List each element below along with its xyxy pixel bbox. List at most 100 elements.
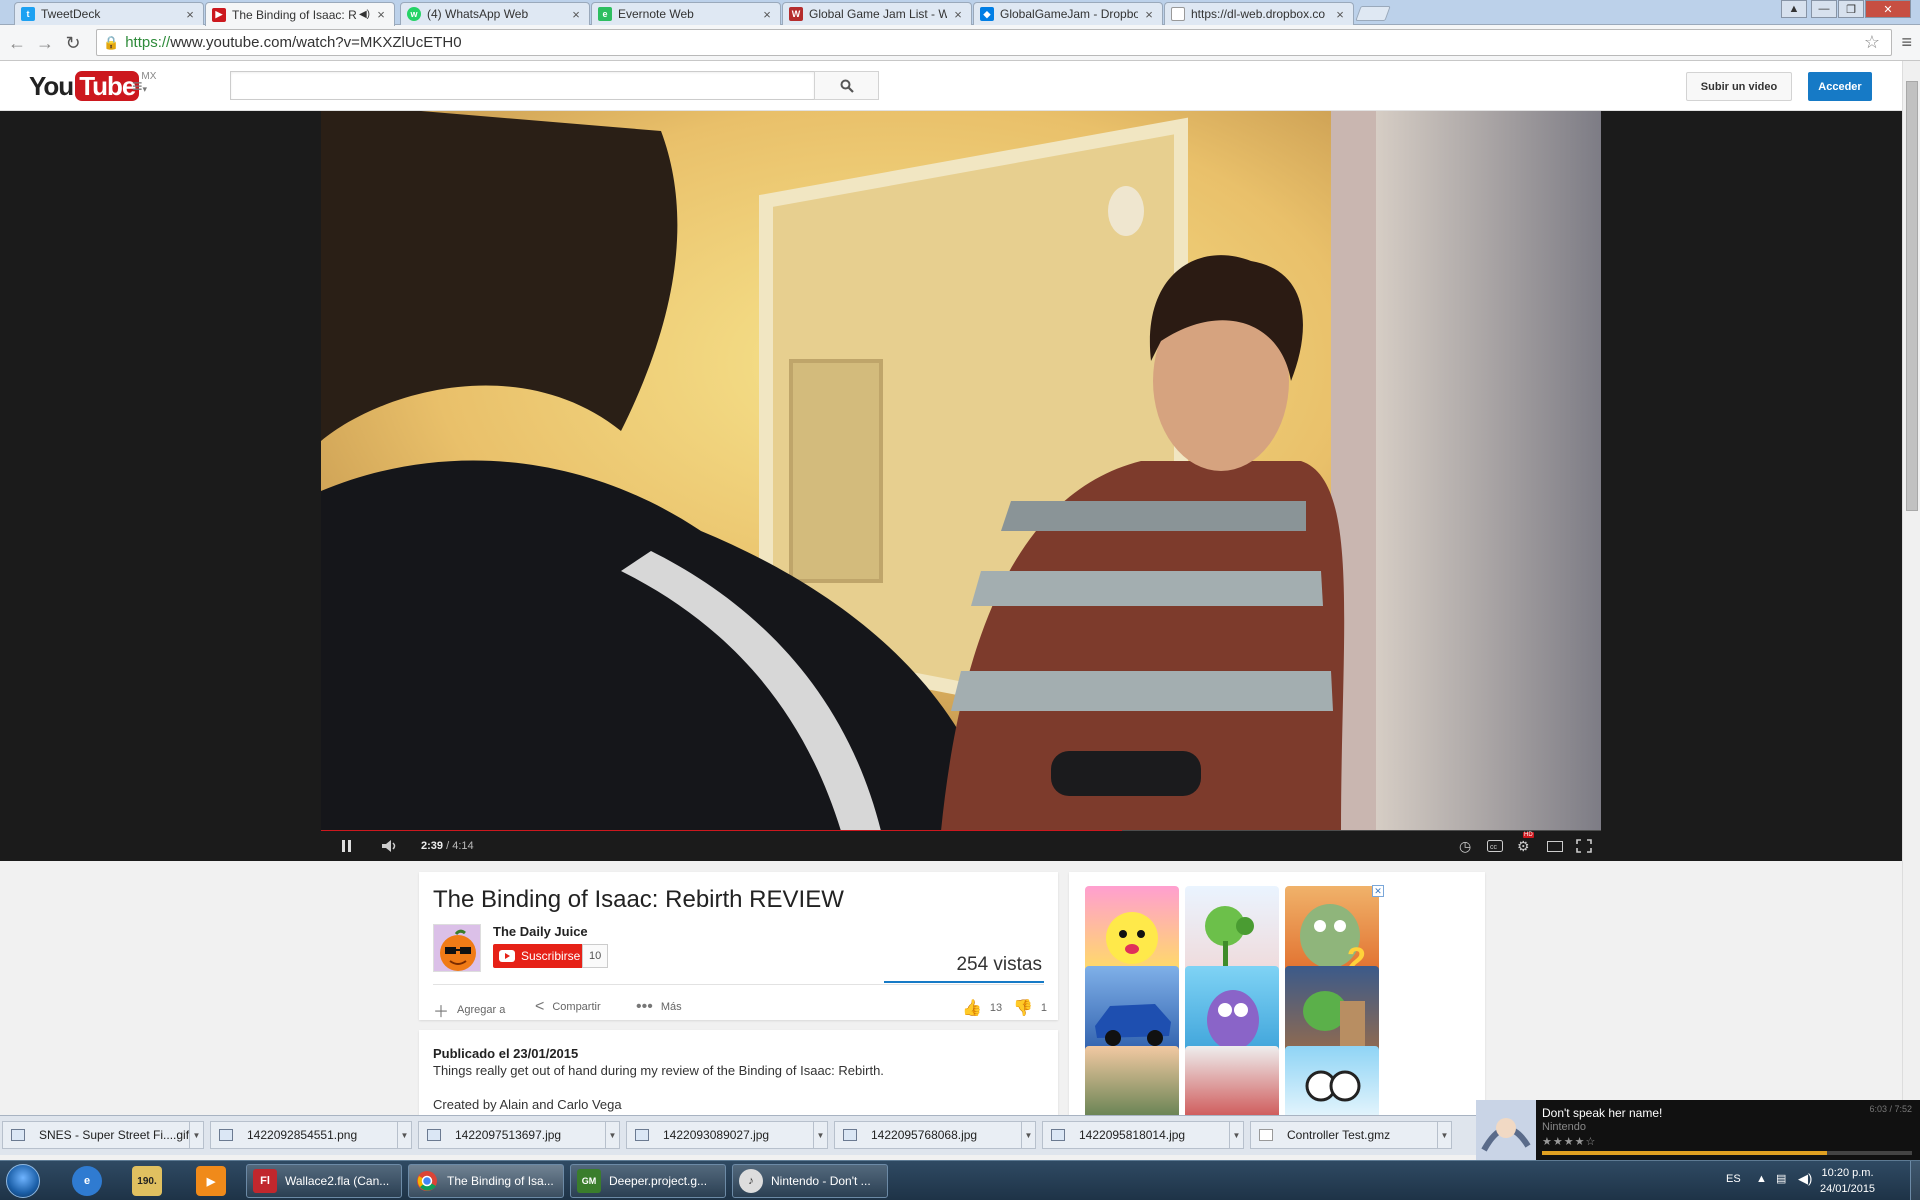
more-button[interactable]: ••• Más xyxy=(636,998,682,1016)
tab-dropbox-download[interactable]: https://dl-web.dropbox.co × xyxy=(1164,2,1354,25)
share-button[interactable]: < Compartir xyxy=(535,998,601,1016)
like-button[interactable]: 👍 13 xyxy=(962,998,1002,1018)
watch-header: The Binding of Isaac: Rebirth REVIEW The… xyxy=(419,872,1058,1022)
system-clock[interactable]: 10:20 p.m. 24/01/2015 xyxy=(1820,1165,1875,1197)
upload-button[interactable]: Subir un video xyxy=(1686,72,1792,101)
video-frame[interactable] xyxy=(321,111,1601,831)
fullscreen-icon[interactable] xyxy=(1576,838,1592,854)
minimize-icon[interactable]: — xyxy=(1811,0,1837,18)
tab-close-icon[interactable]: × xyxy=(569,7,583,22)
tab-close-icon[interactable]: × xyxy=(183,7,197,22)
tab-global-game-jam-list[interactable]: W Global Game Jam List - W × xyxy=(782,2,972,25)
chevron-down-icon[interactable]: ▼ xyxy=(605,1122,619,1148)
chevron-down-icon[interactable]: ▼ xyxy=(397,1122,411,1148)
download-item[interactable]: Controller Test.gmz ▼ xyxy=(1250,1121,1452,1149)
pause-icon[interactable] xyxy=(341,838,353,854)
quick-launch-icon[interactable]: 190. xyxy=(132,1166,162,1196)
restore-icon[interactable]: ❐ xyxy=(1838,0,1864,18)
image-file-icon xyxy=(635,1129,649,1141)
description-credits: Created by Alain and Carlo Vega xyxy=(433,1097,622,1112)
sign-in-button[interactable]: Acceder xyxy=(1808,72,1872,101)
gamemaker-icon: GM xyxy=(577,1169,601,1193)
ad-game-tile[interactable] xyxy=(1185,1046,1279,1115)
tab-close-icon[interactable]: × xyxy=(1142,7,1156,22)
download-item[interactable]: 1422092854551.png ▼ xyxy=(210,1121,412,1149)
dropbox-icon: ◆ xyxy=(980,7,994,21)
chevron-down-icon[interactable]: ▼ xyxy=(1437,1122,1451,1148)
tab-dropbox[interactable]: ◆ GlobalGameJam - Dropbo × xyxy=(973,2,1163,25)
channel-avatar[interactable] xyxy=(433,924,481,972)
taskbar-window-flash[interactable]: Fl Wallace2.fla (Can... xyxy=(246,1164,402,1198)
youtube-play-icon xyxy=(499,950,515,962)
download-item[interactable]: 1422095768068.jpg ▼ xyxy=(834,1121,1036,1149)
video-still-image xyxy=(321,111,1601,831)
captions-icon[interactable]: cc xyxy=(1487,838,1503,854)
tab-youtube[interactable]: ▶ The Binding of Isaac: R ◀) × xyxy=(205,2,395,26)
taskbar-window-chrome[interactable]: The Binding of Isa... xyxy=(408,1164,564,1198)
player-controls: 2:39 / 4:14 ◷ cc ⚙ HD xyxy=(321,831,1601,861)
taskbar-window-music[interactable]: ♪ Nintendo - Don't ... xyxy=(732,1164,888,1198)
tab-close-icon[interactable]: × xyxy=(374,7,388,22)
add-to-button[interactable]: ＋ Agregar a xyxy=(433,998,505,1022)
view-count: 254 vistas xyxy=(956,954,1042,975)
new-tab-button[interactable] xyxy=(1355,6,1391,21)
download-item[interactable]: 1422093089027.jpg ▼ xyxy=(626,1121,828,1149)
now-playing-notification[interactable]: Don't speak her name! Nintendo ★★★★☆ 6:0… xyxy=(1476,1100,1920,1160)
download-item[interactable]: 1422097513697.jpg ▼ xyxy=(418,1121,620,1149)
start-button[interactable] xyxy=(6,1164,40,1198)
subscribe-button[interactable]: Suscribirse xyxy=(493,944,589,968)
internet-explorer-icon[interactable]: e xyxy=(72,1166,102,1196)
user-icon[interactable]: ▲ xyxy=(1781,0,1807,18)
tab-close-icon[interactable]: × xyxy=(760,7,774,22)
close-window-icon[interactable]: ✕ xyxy=(1865,0,1911,18)
back-icon[interactable]: ← xyxy=(6,32,28,54)
taskbar-window-gamemaker[interactable]: GM Deeper.project.g... xyxy=(570,1164,726,1198)
media-player-icon[interactable]: ▶ xyxy=(196,1166,226,1196)
image-file-icon xyxy=(1051,1129,1065,1141)
theater-mode-icon[interactable] xyxy=(1547,838,1563,854)
ad-game-tile[interactable] xyxy=(1085,1046,1179,1115)
ad-close-icon[interactable]: ✕ xyxy=(1372,885,1384,897)
download-item[interactable]: SNES - Super Street Fi....gif ▼ xyxy=(2,1121,204,1149)
chevron-down-icon[interactable]: ▼ xyxy=(1021,1122,1035,1148)
watch-later-icon[interactable]: ◷ xyxy=(1459,838,1471,854)
guide-menu-icon[interactable]: ≡▾ xyxy=(132,76,147,97)
tab-evernote[interactable]: e Evernote Web × xyxy=(591,2,781,25)
settings-gear-icon[interactable]: ⚙ HD xyxy=(1517,832,1534,854)
search-button[interactable] xyxy=(814,71,879,100)
search-input[interactable] xyxy=(230,71,815,100)
bookmark-star-icon[interactable]: ☆ xyxy=(1864,32,1880,53)
image-file-icon xyxy=(219,1129,233,1141)
track-progress-fill xyxy=(1542,1151,1827,1155)
chevron-down-icon[interactable]: ▼ xyxy=(813,1122,827,1148)
publish-date: Publicado el 23/01/2015 xyxy=(433,1046,579,1061)
music-player-icon: ♪ xyxy=(739,1169,763,1193)
ad-game-tile[interactable] xyxy=(1285,1046,1379,1115)
scrollbar-thumb[interactable] xyxy=(1906,81,1918,511)
language-indicator[interactable]: ES xyxy=(1726,1173,1741,1185)
network-icon[interactable]: ▤ xyxy=(1776,1172,1786,1185)
chevron-down-icon[interactable]: ▼ xyxy=(189,1122,203,1148)
page-scrollbar[interactable] xyxy=(1902,61,1920,1119)
address-bar[interactable]: 🔒 https:// www.youtube.com/watch?v=MKXZl… xyxy=(96,29,1892,56)
video-description: Publicado el 23/01/2015 Things really ge… xyxy=(419,1030,1058,1115)
tab-close-icon[interactable]: × xyxy=(951,7,965,22)
tab-close-icon[interactable]: × xyxy=(1333,7,1347,22)
reload-icon[interactable]: ↻ xyxy=(62,32,84,54)
volume-tray-icon[interactable]: ◀) xyxy=(1798,1171,1812,1187)
show-hidden-icons-icon[interactable]: ▲ xyxy=(1756,1173,1767,1185)
channel-name[interactable]: The Daily Juice xyxy=(493,924,588,939)
chrome-menu-icon[interactable]: ≡ xyxy=(1901,32,1912,53)
show-desktop-button[interactable] xyxy=(1910,1161,1920,1200)
tab-tweetdeck[interactable]: t TweetDeck × xyxy=(14,2,204,25)
video-title: The Binding of Isaac: Rebirth REVIEW xyxy=(433,886,844,913)
tab-whatsapp[interactable]: w (4) WhatsApp Web × xyxy=(400,2,590,25)
dislike-button[interactable]: 👎 1 xyxy=(1013,998,1047,1018)
download-item[interactable]: 1422095818014.jpg ▼ xyxy=(1042,1121,1244,1149)
track-progress-bar xyxy=(1542,1151,1912,1155)
album-art xyxy=(1476,1100,1536,1160)
volume-icon[interactable] xyxy=(381,838,399,854)
forward-icon[interactable]: → xyxy=(34,32,56,54)
chevron-down-icon[interactable]: ▼ xyxy=(1229,1122,1243,1148)
thumbs-down-icon: 👎 xyxy=(1013,1000,1033,1017)
